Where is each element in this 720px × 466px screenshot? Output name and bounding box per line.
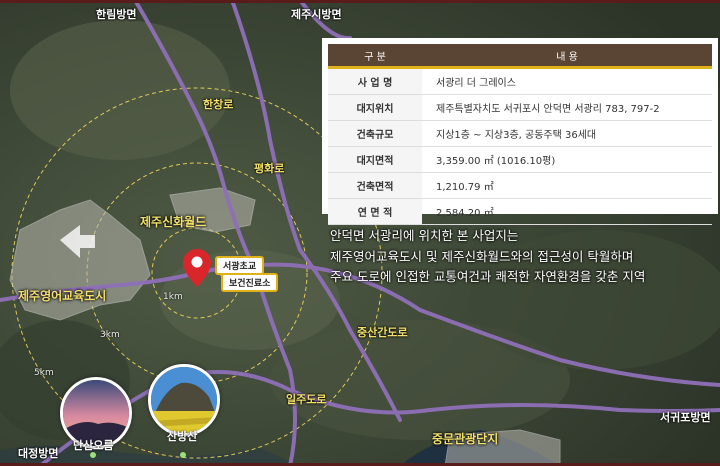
row-value: 2,584.20 ㎡ xyxy=(422,198,712,225)
row-value: 3,359.00 ㎡ (1016.10평) xyxy=(422,146,712,173)
road-label-jeju-city: 제주시방면 xyxy=(291,8,342,21)
table-row: 건축규모 지상1층 ~ 지상3층, 공동주택 36세대 xyxy=(328,120,712,147)
distance-label-5km: 5km xyxy=(34,368,54,378)
poi-tag-clinic: 보건진료소 xyxy=(221,273,279,292)
distance-label-1km: 1km xyxy=(163,292,183,302)
row-label: 사 업 명 xyxy=(328,67,422,95)
distance-label-3km: 3km xyxy=(100,330,120,340)
header-category: 구 분 xyxy=(328,44,422,69)
project-info-table: 구 분 내 용 사 업 명 서광리 더 그레이스 대지위치 제주특별자치도 서귀… xyxy=(328,44,712,225)
sanbangsan-photo xyxy=(148,364,220,436)
row-label: 대지위치 xyxy=(328,94,422,121)
sanbang-label: 산방산 xyxy=(167,430,198,443)
project-info-panel: 구 분 내 용 사 업 명 서광리 더 그레이스 대지위치 제주특별자치도 서귀… xyxy=(322,38,718,225)
row-label: 연 면 적 xyxy=(328,198,422,225)
table-row: 대지위치 제주특별자치도 서귀포시 안덕면 서광리 783, 797-2 xyxy=(328,94,712,121)
road-label-daejeong: 대정방면 xyxy=(18,447,59,460)
table-header-row: 구 분 내 용 xyxy=(328,44,712,69)
row-value: 서광리 더 그레이스 xyxy=(422,67,712,95)
description-line-1: 안덕면 서광리에 위치한 본 사업지는 xyxy=(330,228,519,243)
road-label-pyeonghwa: 평화로 xyxy=(254,162,285,175)
top-stripe xyxy=(0,0,720,3)
road-label-jungsangan: 중산간도로 xyxy=(357,326,408,339)
header-content: 내 용 xyxy=(422,44,712,69)
row-value: 지상1층 ~ 지상3층, 공동주택 36세대 xyxy=(422,120,712,147)
row-label: 건축면적 xyxy=(328,172,422,199)
table-row: 건축면적 1,210.79 ㎡ xyxy=(328,172,712,199)
row-value: 제주특별자치도 서귀포시 안덕면 서광리 783, 797-2 xyxy=(422,94,712,121)
area-label-shinhwa-world: 제주신화월드 xyxy=(140,215,207,229)
table-row: 연 면 적 2,584.20 ㎡ xyxy=(328,198,712,225)
road-label-seogwipo: 서귀포방면 xyxy=(660,411,711,424)
row-value: 1,210.79 ㎡ xyxy=(422,172,712,199)
site-description: 안덕면 서광리에 위치한 본 사업지는 제주영어교육도시 및 제주신화월드와의 … xyxy=(330,226,710,288)
dansan-label: 단산오름 xyxy=(73,439,114,452)
road-label-hallim: 한림방면 xyxy=(96,8,137,21)
area-label-education-city: 제주영어교육도시 xyxy=(18,289,107,303)
description-line-2: 제주영어교육도시 및 제주신화월드와의 접근성이 탁월하며 xyxy=(330,248,634,264)
description-line-3: 주요 도로에 인접한 교통여건과 쾌적한 자연환경을 갖춘 지역 xyxy=(330,269,646,284)
row-label: 대지면적 xyxy=(328,146,422,173)
area-label-jungmun: 중문관광단지 xyxy=(432,432,499,446)
row-label: 건축규모 xyxy=(328,120,422,147)
road-label-ilju: 일주도로 xyxy=(286,393,327,406)
location-pin-icon[interactable] xyxy=(183,249,211,287)
table-row: 사 업 명 서광리 더 그레이스 xyxy=(328,67,712,95)
table-row: 대지면적 3,359.00 ㎡ (1016.10평) xyxy=(328,146,712,173)
road-label-hanchang: 한창로 xyxy=(203,98,234,111)
